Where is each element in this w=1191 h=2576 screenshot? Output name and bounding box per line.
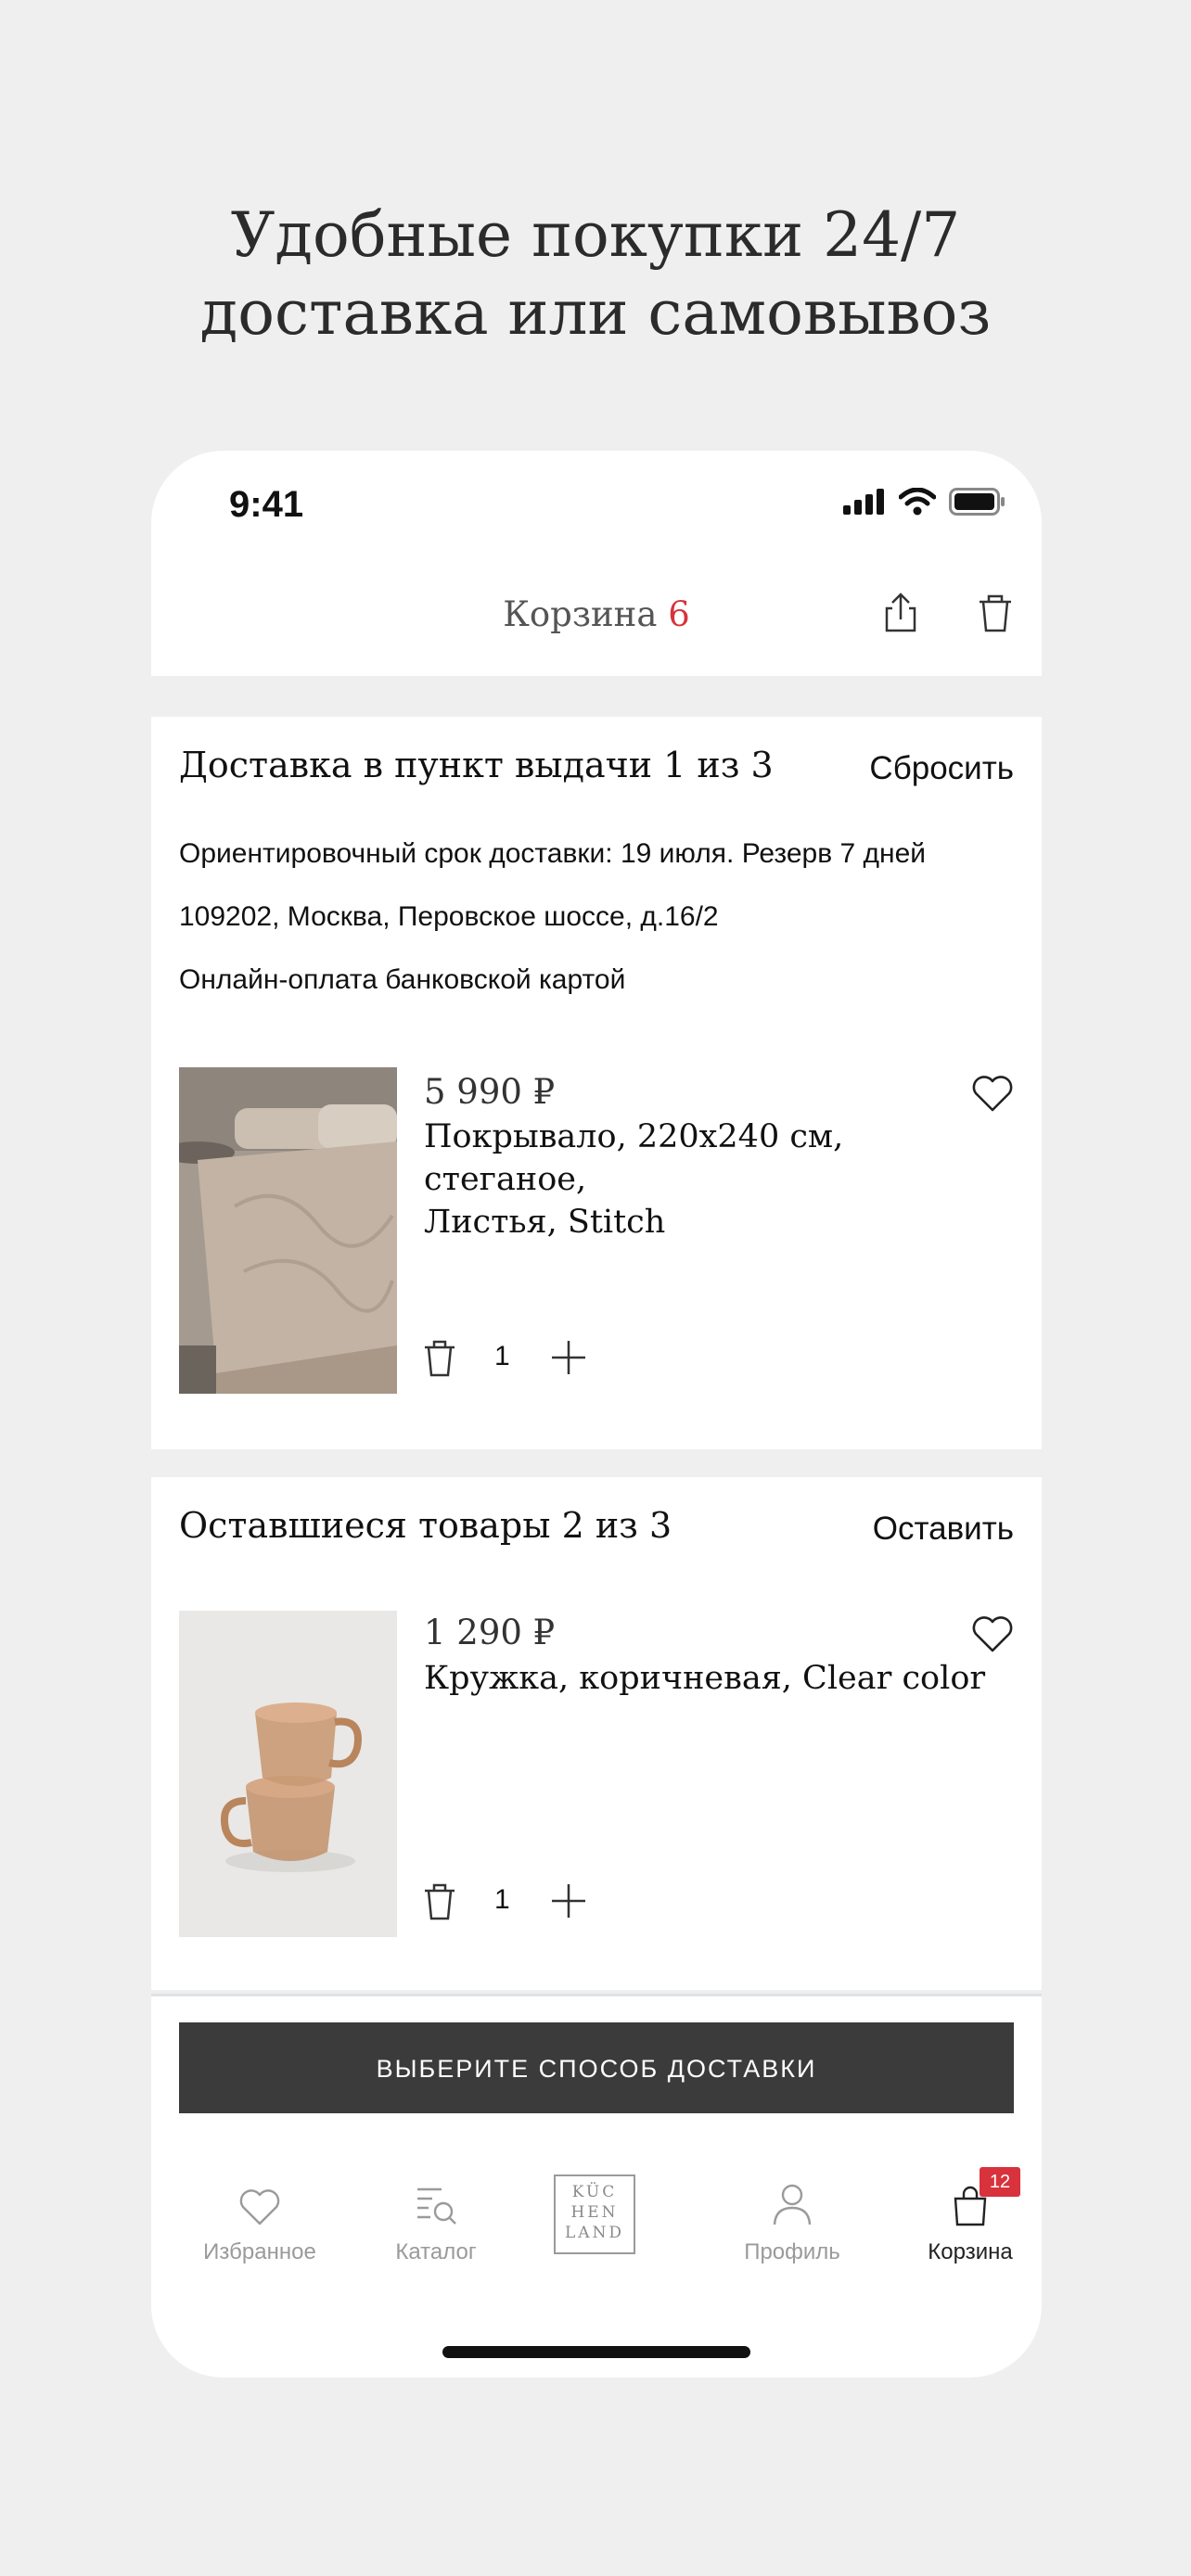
keep-button[interactable]: Оставить — [873, 1511, 1014, 1548]
heart-icon — [239, 2189, 280, 2225]
tab-catalog-label: Каталог — [395, 2239, 477, 2264]
remaining-section-title: Оставшиеся товары 2 из 3 — [179, 1505, 672, 1546]
product-image-bedspread[interactable] — [179, 1067, 397, 1394]
status-time: 9:41 — [229, 484, 304, 525]
reset-button[interactable]: Сбросить — [869, 750, 1014, 787]
favorite-heart-icon[interactable] — [971, 1614, 1014, 1653]
phone-screen: 9:41 Корзина 6 Доставка в пункт выдачи 1… — [151, 451, 1042, 2378]
page-title-text: Корзина — [503, 594, 658, 634]
logo-line-3: LAND — [564, 2224, 625, 2242]
product-name[interactable]: Покрывало, 220х240 см, стеганое, Листья,… — [424, 1116, 999, 1243]
remaining-section: Оставшиеся товары 2 из 3 Оставить 1 290 … — [151, 1477, 1042, 1990]
profile-icon — [773, 2184, 812, 2225]
product-price: 1 290 ₽ — [424, 1613, 556, 1652]
delivery-section-title: Доставка в пункт выдачи 1 из 3 — [179, 745, 774, 785]
status-icons — [843, 488, 1006, 516]
tab-cart-label: Корзина — [928, 2239, 1013, 2264]
battery-icon — [949, 488, 1005, 516]
product-image-mug[interactable] — [179, 1611, 397, 1937]
cart-count: 6 — [668, 594, 690, 634]
kuchenland-logo[interactable]: KÜC HEN LAND — [554, 2174, 635, 2254]
choose-delivery-button[interactable]: ВЫБЕРИТЕ СПОСОБ ДОСТАВКИ — [179, 2022, 1014, 2113]
catalog-search-icon — [417, 2187, 456, 2225]
quantity-value: 1 — [494, 1341, 510, 1371]
favorite-heart-icon[interactable] — [971, 1074, 1014, 1113]
product-name[interactable]: Кружка, коричневая, Clear color — [424, 1657, 999, 1700]
payment-method: Онлайн-оплата банковской картой — [179, 964, 626, 995]
share-icon[interactable] — [879, 592, 922, 634]
remove-item-trash-icon[interactable] — [422, 1339, 457, 1378]
remove-item-trash-icon[interactable] — [422, 1882, 457, 1921]
increase-quantity-plus-icon[interactable] — [550, 1882, 587, 1919]
delivery-section: Доставка в пункт выдачи 1 из 3 Сбросить … — [151, 717, 1042, 1449]
quantity-value: 1 — [494, 1884, 510, 1915]
tab-profile-label: Профиль — [744, 2239, 840, 2264]
tab-cart[interactable]: 12 Корзина — [887, 2167, 1042, 2265]
delivery-estimate: Ориентировочный срок доставки: 19 июля. … — [179, 838, 927, 869]
logo-line-2: HEN — [570, 2203, 619, 2222]
logo-line-1: KÜC — [571, 2183, 618, 2201]
product-price: 5 990 ₽ — [424, 1072, 556, 1112]
promo-line-2: доставка или самовывоз — [199, 277, 992, 349]
signal-icon — [843, 489, 884, 515]
tab-favorites[interactable]: Избранное — [176, 2171, 343, 2265]
tab-catalog[interactable]: Каталог — [352, 2171, 519, 2265]
clear-cart-trash-icon[interactable] — [974, 592, 1017, 634]
delivery-address: 109202, Москва, Перовское шоссе, д.16/2 — [179, 901, 719, 932]
increase-quantity-plus-icon[interactable] — [550, 1339, 587, 1376]
cart-badge: 12 — [980, 2167, 1020, 2197]
product-name-line-1: Покрывало, 220х240 см, стеганое, — [424, 1118, 844, 1198]
top-bar: 9:41 Корзина 6 — [151, 451, 1042, 676]
tab-bar: Избранное Каталог KÜC HEN LAND Профиль 1… — [151, 2134, 1042, 2378]
tab-profile[interactable]: Профиль — [709, 2171, 876, 2265]
product-name-line-2: Листья, Stitch — [424, 1204, 666, 1241]
home-indicator — [442, 2346, 750, 2358]
wifi-icon — [899, 488, 936, 516]
promo-headline: Удобные покупки 24/7 доставка или самовы… — [0, 197, 1191, 352]
tab-favorites-label: Избранное — [203, 2239, 316, 2264]
promo-line-1: Удобные покупки 24/7 — [230, 199, 961, 271]
